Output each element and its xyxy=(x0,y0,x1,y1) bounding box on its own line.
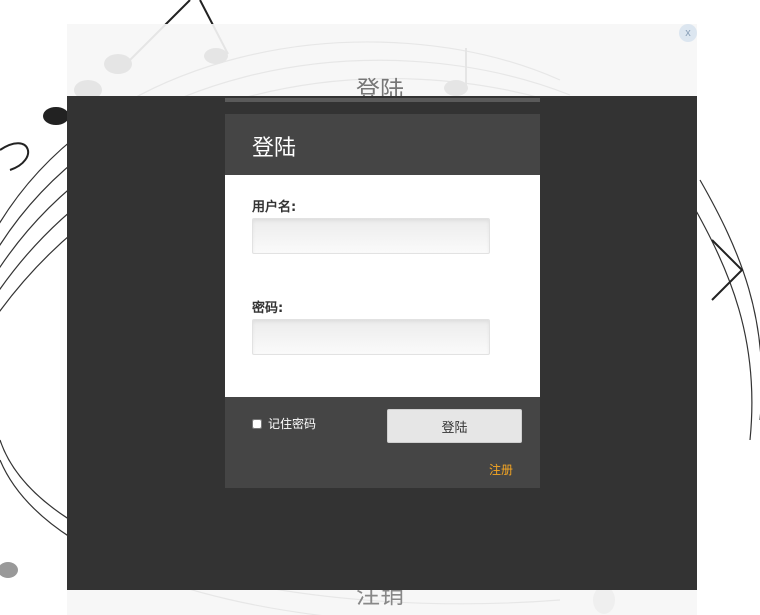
remember-password-label: 记住密码 xyxy=(268,417,317,431)
username-input[interactable] xyxy=(252,218,490,254)
modal-title: 登陆 xyxy=(252,135,297,160)
remember-password-checkbox[interactable] xyxy=(252,418,262,429)
password-input[interactable] xyxy=(252,319,490,355)
login-button[interactable]: 登陆 xyxy=(387,409,522,443)
login-modal: 登陆 用户名: 密码: 记住密码 登陆 注册 xyxy=(225,98,540,488)
modal-body: 用户名: 密码: xyxy=(225,175,540,397)
close-icon[interactable]: x xyxy=(679,24,697,42)
register-link[interactable]: 注册 xyxy=(489,461,513,478)
password-label: 密码: xyxy=(252,301,284,316)
modal-top-divider xyxy=(225,98,540,102)
remember-password[interactable]: 记住密码 xyxy=(252,415,316,432)
modal-footer: 记住密码 登陆 注册 xyxy=(225,397,540,488)
username-label: 用户名: xyxy=(252,200,297,215)
modal-header: 登陆 xyxy=(225,114,540,175)
